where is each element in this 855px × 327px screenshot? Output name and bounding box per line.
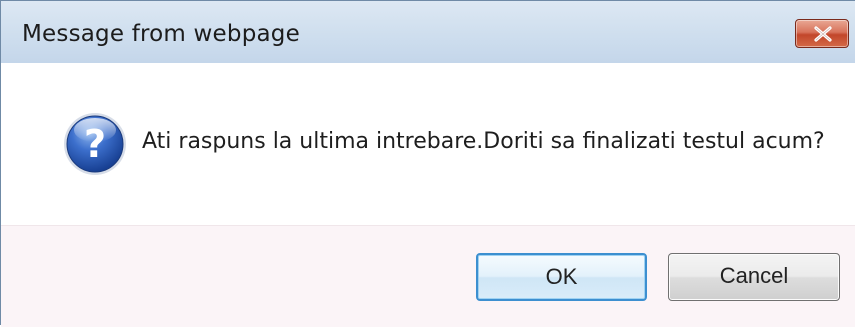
title-bar: Message from webpage [1, 1, 855, 64]
ok-button[interactable]: OK [476, 253, 647, 301]
message-area: ? Ati raspuns la ultima intrebare.Doriti… [1, 63, 855, 225]
button-bar: OK Cancel [1, 225, 855, 327]
close-button[interactable] [795, 19, 849, 48]
window-title: Message from webpage [22, 21, 300, 47]
question-icon: ? [64, 113, 126, 175]
message-dialog: Message from webpage ? Ati raspuns la ul… [0, 0, 855, 327]
message-text: Ati raspuns la ultima intrebare.Doriti s… [142, 129, 825, 154]
cancel-button[interactable]: Cancel [668, 253, 840, 301]
close-icon [814, 26, 832, 42]
svg-text:?: ? [84, 122, 106, 166]
